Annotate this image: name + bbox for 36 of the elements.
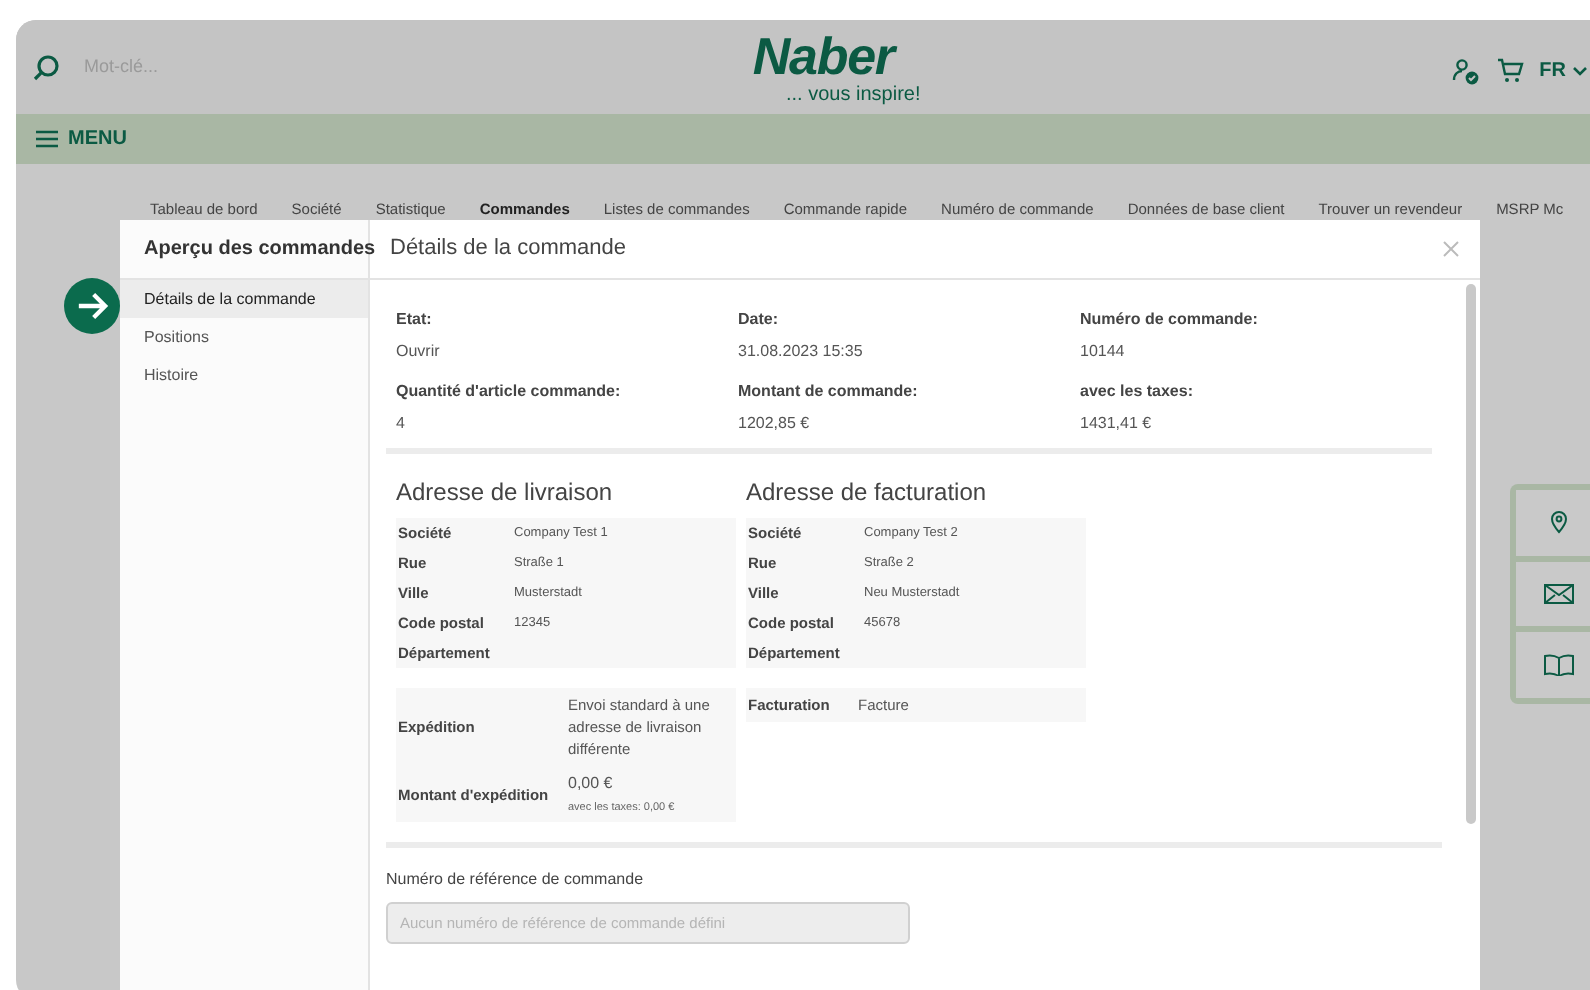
user-check-icon[interactable] (1451, 57, 1480, 85)
location-pin-icon (1549, 510, 1567, 535)
caret-icon (1572, 66, 1588, 76)
scrollbar[interactable] (1466, 284, 1476, 824)
mail-button[interactable] (1516, 561, 1590, 627)
sidebar-item[interactable]: Histoire (120, 356, 368, 394)
info-value: 1431,41 € (1080, 412, 1154, 436)
section-heading: Adresse de livraison (396, 476, 615, 510)
info-label: avec les taxes: (1080, 380, 1195, 404)
location-button[interactable] (1516, 490, 1590, 556)
info-value: 31.08.2023 15:35 (738, 340, 865, 364)
logo[interactable]: Naber (752, 28, 894, 84)
search-icon[interactable] (32, 53, 60, 81)
envelope-icon (1543, 584, 1573, 604)
info-label: Numéro de commande: (1080, 308, 1260, 332)
language-button[interactable]: FR (1539, 56, 1588, 86)
menu-bar[interactable]: MENU (16, 114, 1590, 164)
section-heading: Adresse de facturation (746, 476, 989, 510)
field-label: Numéro de référence de commande (386, 868, 646, 893)
info-label: Date: (738, 308, 781, 332)
info-label: Montant de commande: (738, 380, 920, 404)
info-value: 1202,85 € (738, 412, 812, 436)
sidebar-item[interactable]: Positions (120, 318, 368, 356)
info-value: 4 (396, 412, 407, 436)
cart-icon[interactable] (1495, 58, 1524, 84)
info-value: 10144 (1080, 340, 1127, 364)
modal-title: Détails de la commande (390, 234, 627, 265)
sidebar-item[interactable]: Détails de la commande (120, 280, 368, 318)
book-icon (1543, 654, 1573, 677)
info-value: Ouvrir (396, 340, 442, 364)
field-value: 0,00 € (568, 772, 615, 796)
catalog-button[interactable] (1516, 632, 1590, 699)
info-label: Quantité d'article commande: (396, 380, 623, 404)
menu-icon (36, 130, 58, 148)
info-label: Etat: (396, 308, 434, 332)
tagline: ... vous inspire! (786, 84, 921, 106)
